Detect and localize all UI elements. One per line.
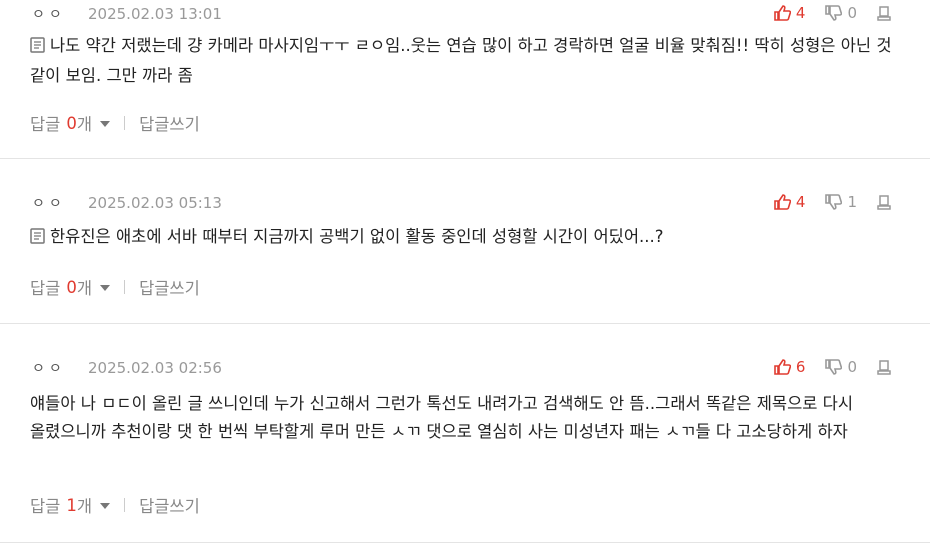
comment-actions: 4 1: [754, 193, 896, 211]
report-button[interactable]: [877, 359, 896, 375]
divider: [124, 116, 126, 130]
reply-toggle-button[interactable]: 답글 0 개: [30, 111, 111, 135]
comment-item: ㅇㅇ 2025.02.03 13:01 4 0 나도 약간 저랬는데 걍 카메라…: [0, 0, 930, 159]
divider: [124, 498, 126, 512]
comment-body: 나도 약간 저랬는데 걍 카메라 마사지임ㅜㅜ ㄹㅇ임..웃는 연습 많이 하고…: [30, 32, 900, 90]
reply-toggle-button[interactable]: 답글 0 개: [30, 275, 111, 299]
comment-meta: ㅇㅇ 2025.02.03 13:01: [32, 4, 222, 24]
write-reply-button[interactable]: 답글쓰기: [139, 275, 200, 299]
thumbs-up-icon: [774, 5, 791, 21]
reply-unit: 개: [76, 115, 93, 134]
downvote-button[interactable]: 0: [825, 358, 857, 376]
downvote-count: 0: [847, 358, 857, 376]
upvote-count: 4: [795, 193, 806, 211]
write-reply-button[interactable]: 답글쓰기: [139, 493, 200, 517]
caret-down-icon: [100, 503, 111, 509]
reply-label: 답글: [30, 115, 61, 134]
report-icon: [877, 194, 891, 210]
comment-text: 나도 약간 저랬는데 걍 카메라 마사지임ㅜㅜ ㄹㅇ임..웃는 연습 많이 하고…: [30, 36, 892, 85]
comment-actions: 6 0: [754, 358, 896, 376]
comment-meta: ㅇㅇ 2025.02.03 02:56: [32, 358, 222, 378]
comment-nickname: ㅇㅇ: [32, 361, 66, 377]
reply-count: 1: [66, 495, 77, 515]
comment-date: 2025.02.03 05:13: [88, 194, 222, 212]
upvote-button[interactable]: 4: [774, 4, 806, 22]
report-icon: [877, 359, 891, 375]
comment-date: 2025.02.03 02:56: [88, 359, 222, 377]
reply-unit: 개: [76, 497, 93, 516]
comment-text: 얘들아 나 ㅁㄷ이 올린 글 쓰니인데 누가 신고해서 그런가 톡선도 내려가고…: [30, 394, 854, 441]
reply-count: 0: [66, 277, 77, 297]
comment-item: ㅇㅇ 2025.02.03 05:13 4 1 한유진은 애초에 서바 때부터 …: [0, 159, 930, 324]
thumbs-down-icon: [825, 194, 843, 210]
reply-unit: 개: [76, 279, 93, 298]
comment-body: 얘들아 나 ㅁㄷ이 올린 글 쓰니인데 누가 신고해서 그런가 톡선도 내려가고…: [30, 390, 900, 446]
comment-nickname: ㅇㅇ: [32, 7, 66, 23]
upvote-button[interactable]: 4: [774, 193, 806, 211]
reply-toggle-button[interactable]: 답글 1 개: [30, 493, 111, 517]
memo-icon: [30, 34, 45, 62]
reply-label: 답글: [30, 497, 61, 516]
write-reply-button[interactable]: 답글쓰기: [139, 111, 200, 135]
thumbs-up-icon: [774, 359, 791, 375]
upvote-count: 6: [795, 358, 806, 376]
caret-down-icon: [100, 285, 111, 291]
reply-label: 답글: [30, 279, 61, 298]
upvote-count: 4: [795, 4, 806, 22]
reply-bar: 답글 1 개 답글쓰기: [30, 493, 200, 517]
downvote-count: 0: [847, 4, 857, 22]
caret-down-icon: [100, 121, 111, 127]
comment-body: 한유진은 애초에 서바 때부터 지금까지 공백기 없이 활동 중인데 성형할 시…: [30, 223, 900, 253]
comment-actions: 4 0: [754, 4, 896, 22]
downvote-button[interactable]: 0: [825, 4, 857, 22]
report-icon: [877, 5, 891, 21]
thumbs-up-icon: [774, 194, 791, 210]
report-button[interactable]: [877, 5, 896, 21]
downvote-button[interactable]: 1: [825, 193, 857, 211]
thumbs-down-icon: [825, 359, 843, 375]
thumbs-down-icon: [825, 5, 843, 21]
upvote-button[interactable]: 6: [774, 358, 806, 376]
comment-item: ㅇㅇ 2025.02.03 02:56 6 0 얘들아 나 ㅁㄷ이 올린 글 쓰…: [0, 324, 930, 543]
reply-count: 0: [66, 113, 77, 133]
downvote-count: 1: [847, 193, 857, 211]
divider: [124, 280, 126, 294]
comment-date: 2025.02.03 13:01: [88, 5, 222, 23]
comment-meta: ㅇㅇ 2025.02.03 05:13: [32, 193, 222, 213]
memo-icon: [30, 225, 45, 253]
comment-text: 한유진은 애초에 서바 때부터 지금까지 공백기 없이 활동 중인데 성형할 시…: [50, 227, 664, 246]
reply-bar: 답글 0 개 답글쓰기: [30, 275, 200, 299]
report-button[interactable]: [877, 194, 896, 210]
reply-bar: 답글 0 개 답글쓰기: [30, 111, 200, 135]
comment-nickname: ㅇㅇ: [32, 196, 66, 212]
